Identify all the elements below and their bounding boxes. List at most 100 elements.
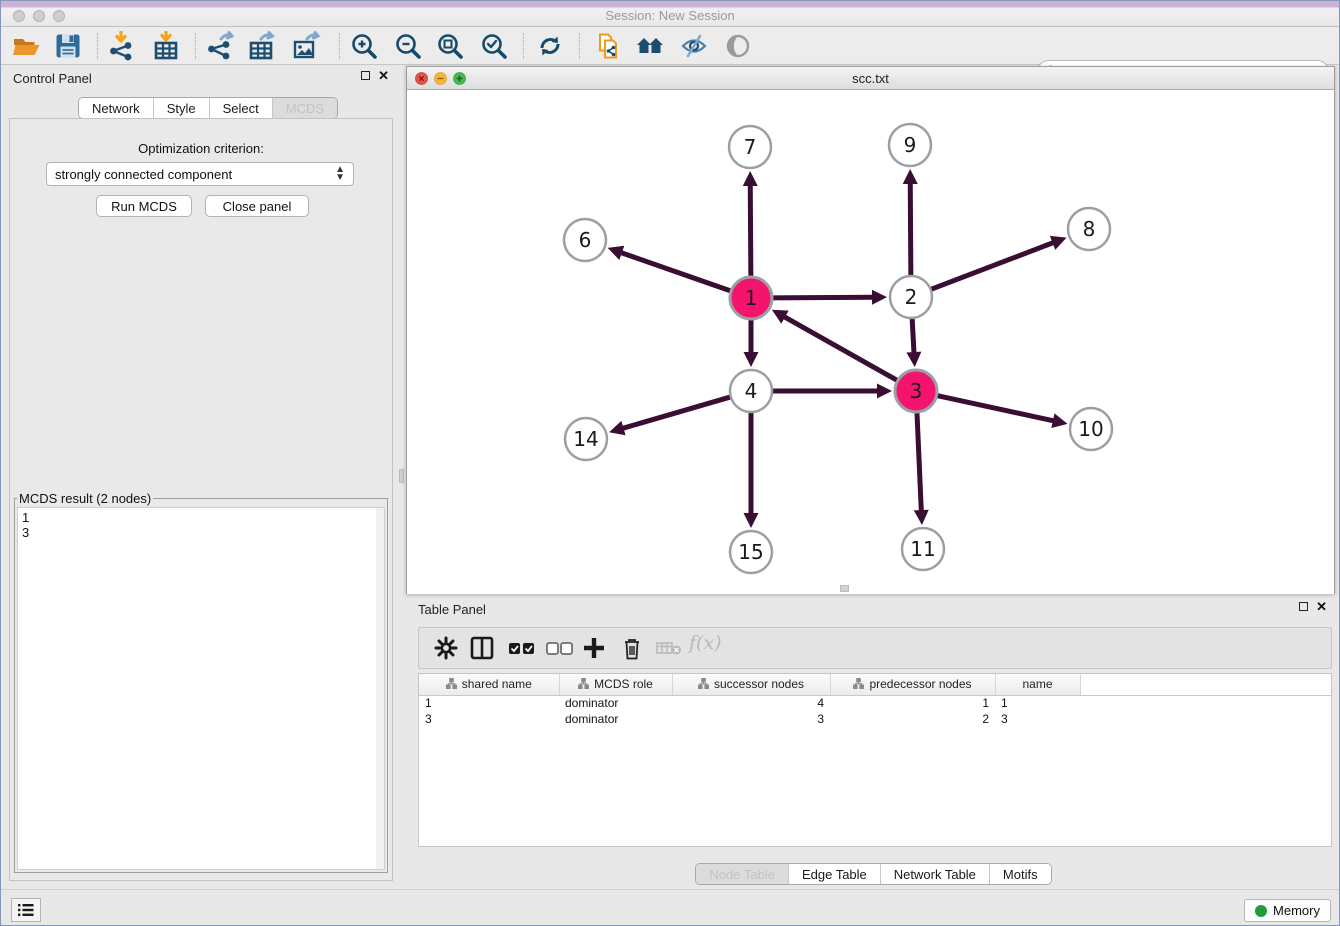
column-header-name[interactable]: name: [995, 674, 1080, 695]
table-tabs: Node Table Edge Table Network Table Moti…: [695, 863, 1051, 885]
control-panel-header: Control Panel ✕: [1, 65, 401, 91]
table-cell-filler: [1080, 695, 1331, 711]
home-icon[interactable]: [635, 31, 665, 61]
column-header-shared-name[interactable]: shared name: [419, 674, 559, 695]
table-cell[interactable]: 4: [672, 695, 830, 711]
table-row[interactable]: 1dominator411: [419, 695, 1331, 711]
graph-node-label: 7: [744, 135, 757, 159]
criterion-value: strongly connected component: [55, 167, 335, 182]
graph-edge[interactable]: [770, 297, 875, 298]
select-all-checkboxes-icon[interactable]: [507, 635, 537, 661]
show-columns-icon[interactable]: [469, 635, 495, 661]
tab-style[interactable]: Style: [153, 98, 209, 118]
mcds-result-text[interactable]: 1 3: [17, 507, 385, 870]
table-cell[interactable]: 3: [995, 711, 1080, 727]
graph-edge[interactable]: [621, 396, 733, 429]
node-table[interactable]: shared name MCDS role successor nodes pr…: [418, 673, 1332, 847]
tab-network-table[interactable]: Network Table: [880, 864, 989, 884]
memory-label: Memory: [1273, 903, 1320, 918]
tab-network[interactable]: Network: [79, 98, 153, 118]
delete-column-icon[interactable]: [619, 635, 645, 661]
graph-edge-arrowhead: [877, 384, 892, 399]
graph-node-label: 8: [1083, 217, 1096, 241]
delete-table-icon[interactable]: [655, 635, 683, 661]
open-session-icon[interactable]: [11, 31, 41, 61]
save-session-icon[interactable]: [53, 31, 83, 61]
table-cell[interactable]: 1: [830, 695, 995, 711]
export-table-icon[interactable]: [247, 31, 277, 61]
toolbar-separator: [195, 33, 196, 59]
graph-edge-arrowhead: [872, 290, 887, 305]
hierarchy-icon: [698, 678, 709, 689]
network-hscroll-handle[interactable]: [840, 585, 849, 592]
graph-edge[interactable]: [935, 395, 1056, 421]
tab-select[interactable]: Select: [209, 98, 272, 118]
table-cell[interactable]: 3: [419, 711, 559, 727]
table-panel-header: Table Panel ✕: [406, 596, 1340, 622]
criterion-dropdown[interactable]: strongly connected component ▲▼: [46, 162, 354, 186]
tab-edge-table[interactable]: Edge Table: [788, 864, 880, 884]
zoom-selected-icon[interactable]: [479, 31, 509, 61]
run-mcds-button[interactable]: Run MCDS: [96, 195, 192, 217]
graph-edge-arrowhead: [743, 171, 758, 186]
close-table-panel-icon[interactable]: ✕: [1316, 602, 1327, 611]
toolbar-separator: [523, 33, 524, 59]
export-network-icon[interactable]: [205, 31, 235, 61]
import-table-icon[interactable]: [151, 31, 181, 61]
import-network-icon[interactable]: [107, 31, 137, 61]
show-panels-eye-icon[interactable]: [723, 31, 753, 61]
column-header-predecessor-nodes[interactable]: predecessor nodes: [830, 674, 995, 695]
network-canvas[interactable]: 7968124314101511: [407, 90, 1334, 594]
table-row[interactable]: 3dominator323: [419, 711, 1331, 727]
control-panel-tabs: Network Style Select MCDS: [78, 97, 338, 119]
tab-mcds[interactable]: MCDS: [272, 98, 337, 118]
tab-node-table[interactable]: Node Table: [696, 864, 788, 884]
table-cell[interactable]: dominator: [559, 695, 672, 711]
float-panel-icon[interactable]: [361, 71, 370, 80]
hide-panels-eye-slash-icon[interactable]: [679, 31, 709, 61]
table-cell[interactable]: dominator: [559, 711, 672, 727]
float-table-panel-icon[interactable]: [1299, 602, 1308, 611]
graph-node-label: 6: [579, 228, 592, 252]
close-panel-icon[interactable]: ✕: [378, 71, 389, 80]
graph-edge[interactable]: [912, 316, 914, 355]
show-log-button[interactable]: [11, 898, 41, 922]
table-panel-title: Table Panel: [418, 602, 486, 617]
graph-node-label: 14: [573, 427, 598, 451]
graph-edge[interactable]: [750, 183, 751, 279]
split-divider-handle[interactable]: [399, 469, 404, 483]
mcds-result-scrollbar[interactable]: [376, 508, 384, 869]
toolbar-separator: [97, 33, 98, 59]
graph-edge[interactable]: [929, 242, 1056, 290]
graph-node-label: 3: [910, 379, 923, 403]
graph-node-label: 9: [904, 133, 917, 157]
column-header-mcds-role[interactable]: MCDS role: [559, 674, 672, 695]
zoom-out-icon[interactable]: [393, 31, 423, 61]
settings-gear-icon[interactable]: [433, 635, 459, 661]
table-cell[interactable]: 1: [995, 695, 1080, 711]
table-cell[interactable]: 1: [419, 695, 559, 711]
main-toolbar: [1, 27, 1339, 65]
graph-node-label: 11: [910, 537, 935, 561]
table-cell[interactable]: 3: [672, 711, 830, 727]
export-image-icon[interactable]: [291, 31, 321, 61]
close-panel-button[interactable]: Close panel: [205, 195, 309, 217]
split-divider[interactable]: [399, 65, 404, 889]
refresh-layout-icon[interactable]: [535, 31, 565, 61]
memory-button[interactable]: Memory: [1244, 899, 1331, 922]
tab-motifs[interactable]: Motifs: [989, 864, 1051, 884]
table-cell[interactable]: 2: [830, 711, 995, 727]
clone-network-icon[interactable]: [593, 31, 623, 61]
column-header-successor-nodes[interactable]: successor nodes: [672, 674, 830, 695]
zoom-fit-icon[interactable]: [435, 31, 465, 61]
graph-edge[interactable]: [619, 252, 733, 292]
add-column-icon[interactable]: [581, 635, 607, 661]
deselect-all-checkboxes-icon[interactable]: [545, 635, 575, 661]
graph-edge[interactable]: [782, 316, 899, 382]
graph-edge[interactable]: [917, 410, 922, 513]
app-titlebar: Session: New Session: [1, 1, 1339, 27]
graph-node-label: 15: [738, 540, 763, 564]
graph-edge[interactable]: [910, 181, 911, 278]
zoom-in-icon[interactable]: [349, 31, 379, 61]
node-table-grid: shared name MCDS role successor nodes pr…: [419, 674, 1331, 727]
